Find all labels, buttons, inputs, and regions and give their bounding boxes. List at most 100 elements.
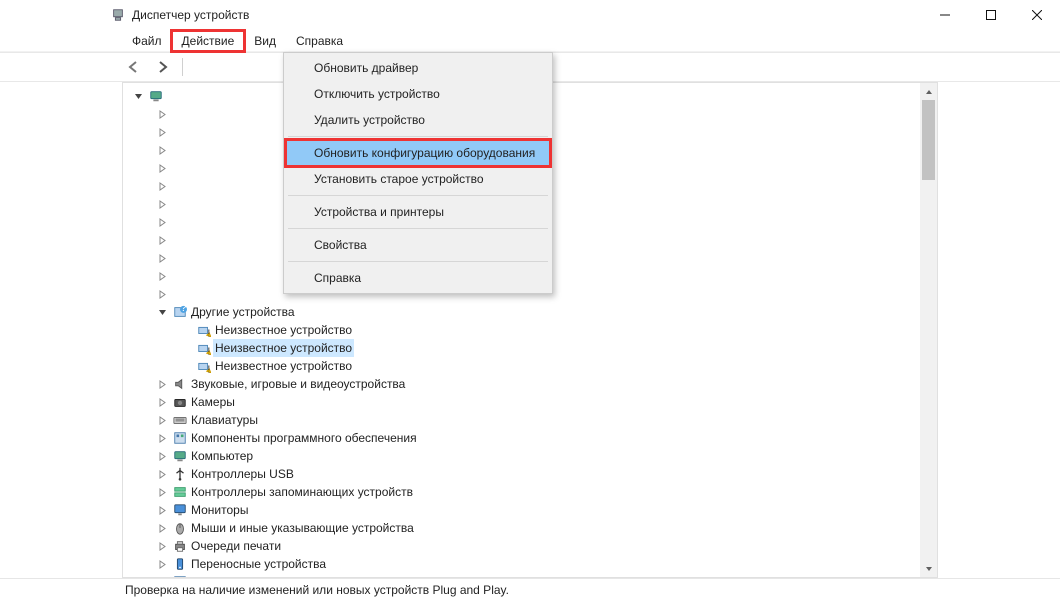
expand-icon[interactable] [153,254,171,263]
expand-icon[interactable] [153,416,171,425]
menu-item[interactable]: Обновить драйвер [286,55,550,81]
expand-icon[interactable] [153,470,171,479]
tree-node-label[interactable]: Неизвестное устройство [213,339,354,357]
tree-node-label[interactable]: Переносные устройства [189,555,328,573]
expand-icon[interactable] [153,452,171,461]
tree-node-label[interactable]: Другие устройства [189,303,297,321]
tree-node-label[interactable]: Очереди печати [189,537,283,555]
hidden-icon [171,161,189,175]
menu-item[interactable]: Справка [286,265,550,291]
tree-node[interactable]: Очереди печати [129,537,920,555]
hidden-icon [171,215,189,229]
maximize-button[interactable] [968,0,1014,30]
statusbar: Проверка на наличие изменений или новых … [0,578,1060,600]
scroll-down-button[interactable] [920,560,937,577]
scroll-up-button[interactable] [920,83,937,100]
tree-node-label[interactable]: Программные устройства [189,573,336,577]
titlebar: Диспетчер устройств [0,0,1060,30]
computer-icon [171,449,189,463]
hidden-icon [171,125,189,139]
menu-item[interactable]: Файл [122,31,172,51]
back-button[interactable] [122,56,146,78]
tree-node[interactable]: Мониторы [129,501,920,519]
toolbar-separator [182,58,183,76]
menu-item[interactable]: Вид [244,31,286,51]
tree-node[interactable]: Программные устройства [129,573,920,577]
expand-icon[interactable] [153,560,171,569]
svg-text:!: ! [207,328,210,337]
tree-node[interactable]: Контроллеры USB [129,465,920,483]
expand-icon[interactable] [153,542,171,551]
expand-icon[interactable] [153,272,171,281]
minimize-button[interactable] [922,0,968,30]
warning-category-icon: ? [171,305,189,319]
menu-item[interactable]: Удалить устройство [286,107,550,133]
tree-node-label[interactable]: Неизвестное устройство [213,357,354,375]
tree-node[interactable]: !Неизвестное устройство [129,321,920,339]
tree-node[interactable]: Звуковые, игровые и видеоустройства [129,375,920,393]
expand-icon[interactable] [153,110,171,119]
collapse-icon[interactable] [129,92,147,101]
tree-node-label[interactable]: Мыши и иные указывающие устройства [189,519,416,537]
tree-node[interactable]: !Неизвестное устройство [129,339,920,357]
expand-icon[interactable] [153,398,171,407]
expand-icon[interactable] [153,434,171,443]
tree-node-label[interactable]: Компоненты программного обеспечения [189,429,419,447]
tree-node-label[interactable]: Камеры [189,393,237,411]
audio-icon [171,377,189,391]
tree-node-label[interactable]: Неизвестное устройство [213,321,354,339]
tree-node[interactable]: Переносные устройства [129,555,920,573]
expand-icon[interactable] [153,218,171,227]
tree-node-label[interactable]: Клавиатуры [189,411,260,429]
collapse-icon[interactable] [153,308,171,317]
expand-icon[interactable] [153,290,171,299]
hidden-icon [171,143,189,157]
menu-item[interactable]: Свойства [286,232,550,258]
menu-separator [288,228,548,229]
menu-separator [288,195,548,196]
tree-node[interactable]: Камеры [129,393,920,411]
svg-text:!: ! [207,364,210,373]
app-icon [110,7,126,23]
menu-item[interactable]: Устройства и принтеры [286,199,550,225]
tree-node[interactable]: Контроллеры запоминающих устройств [129,483,920,501]
menu-item[interactable]: Установить старое устройство [286,166,550,192]
expand-icon[interactable] [153,236,171,245]
expand-icon[interactable] [153,146,171,155]
tree-node[interactable]: Клавиатуры [129,411,920,429]
close-button[interactable] [1014,0,1060,30]
menu-item[interactable]: Отключить устройство [286,81,550,107]
expand-icon[interactable] [153,524,171,533]
expand-icon[interactable] [153,164,171,173]
tree-node[interactable]: !Неизвестное устройство [129,357,920,375]
tree-node[interactable]: Компьютер [129,447,920,465]
svg-text:!: ! [207,346,210,355]
expand-icon[interactable] [153,200,171,209]
tree-node[interactable]: Компоненты программного обеспечения [129,429,920,447]
expand-icon[interactable] [153,182,171,191]
expand-icon[interactable] [153,128,171,137]
scrollbar-track[interactable] [920,180,937,560]
expand-icon[interactable] [153,506,171,515]
hidden-icon [171,287,189,301]
scrollbar-thumb[interactable] [922,100,935,180]
hidden-icon [171,179,189,193]
menu-item[interactable]: Действие [172,31,245,51]
vertical-scrollbar[interactable] [920,83,937,577]
expand-icon[interactable] [153,488,171,497]
unknown-device-icon: ! [195,359,213,373]
menubar: ФайлДействиеВидСправка [0,30,1060,52]
tree-node-label[interactable]: Контроллеры запоминающих устройств [189,483,415,501]
forward-button[interactable] [150,56,174,78]
tree-node-label[interactable]: Звуковые, игровые и видеоустройства [189,375,407,393]
camera-icon [171,395,189,409]
menu-item[interactable]: Справка [286,31,353,51]
menu-item[interactable]: Обновить конфигурацию оборудования [286,140,550,166]
tree-node[interactable]: ?Другие устройства [129,303,920,321]
tree-node-label[interactable]: Контроллеры USB [189,465,296,483]
expand-icon[interactable] [153,380,171,389]
tree-node-label[interactable]: Компьютер [189,447,255,465]
tree-node[interactable]: Мыши и иные указывающие устройства [129,519,920,537]
usb-icon [171,467,189,481]
tree-node-label[interactable]: Мониторы [189,501,250,519]
